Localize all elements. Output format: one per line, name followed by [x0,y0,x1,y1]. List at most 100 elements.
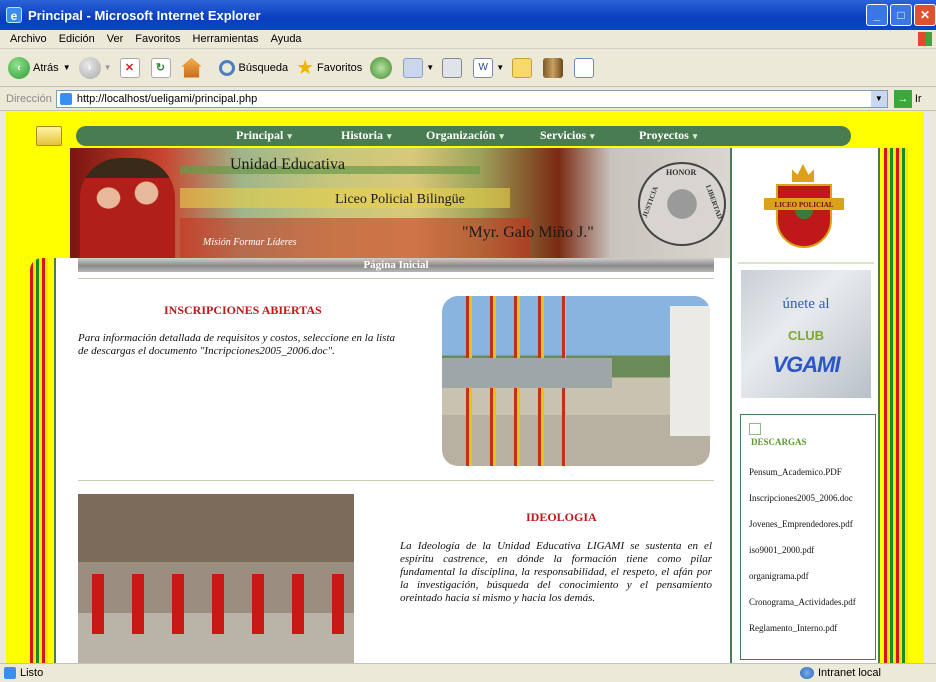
club-line2: CLUB [787,328,825,343]
back-arrow-icon: ‹ [8,56,30,79]
menu-edicion[interactable]: Edición [59,33,95,45]
address-url: http://localhost/ueligami/principal.php [76,92,258,105]
chevron-down-icon: ▾ [387,131,392,141]
download-link[interactable]: iso9001_2000.pdf [749,545,814,555]
windows-flag-icon [918,32,932,46]
cadet-figures [80,158,175,258]
address-input[interactable]: http://localhost/ueligami/principal.php … [55,89,888,108]
banner-line3: "Myr. Galo Miño J." [462,224,594,241]
chevron-down-icon: ▼ [62,63,71,72]
refresh-icon: ↻ [150,57,171,78]
left-stripe [30,258,48,663]
favorites-button[interactable]: ★ Favoritos [296,55,362,80]
ie-logo-icon: e [6,7,22,23]
download-link[interactable]: Reglamento_Interno.pdf [749,623,837,633]
page-header-bar: Página Inicial [78,258,714,272]
menu-ver[interactable]: Ver [107,33,124,45]
seal-left-text: JUSTICIA [640,185,660,219]
history-button[interactable] [370,56,395,79]
status-zone: Intranet local [818,667,881,679]
banner-line1: Unidad Educativa [230,156,346,173]
club-banner[interactable]: únete al CLUB VGAMI [741,270,871,398]
research-button[interactable] [543,57,566,78]
chevron-down-icon: ▼ [103,63,112,72]
chevron-down-icon: ▾ [590,131,595,141]
toolbar: ‹ Atrás ▼ › ▼ ✕ ↻ Búsqueda ★ Favoritos ▼… [0,49,936,87]
inscripciones-text: Para información detallada de requisitos… [78,332,396,357]
minimize-button[interactable]: _ [866,4,888,26]
campus-photo [442,296,710,466]
page-header: Página Inicial [363,259,429,271]
menu-herramientas[interactable]: Herramientas [193,33,259,45]
parade-photo [78,494,354,663]
vertical-scrollbar[interactable] [924,112,930,663]
download-link[interactable]: Cronograma_Actividades.pdf [749,597,856,607]
stop-icon: ✕ [119,57,140,78]
refresh-button[interactable]: ↻ [150,57,174,78]
status-bar: Listo Intranet local [0,663,936,682]
folder-icon [512,57,533,78]
close-button[interactable]: ✕ [914,4,936,26]
banner-motto: Misión Formar Líderes [203,237,297,248]
download-link[interactable]: Pensum_Academico.PDF [749,467,842,477]
marching-cadets [78,574,354,634]
downloads-box: DESCARGAS Pensum_Academico.PDF Inscripcio… [740,414,876,660]
maximize-button[interactable]: □ [890,4,912,26]
home-icon [181,57,202,78]
page-icon [59,92,72,105]
downloads-title: DESCARGAS [751,437,807,447]
star-icon: ★ [296,57,315,79]
main-nav: Principal ▾ Historia ▾ Organización ▾ Servi… [76,126,851,146]
building-roof [442,358,612,388]
status-page-icon [4,667,16,679]
window-title-bar: e Principal - Microsoft Internet Explore… [0,0,936,30]
go-label[interactable]: Ir [915,93,922,105]
chevron-down-icon: ▼ [426,63,435,72]
back-button[interactable]: ‹ Atrás ▼ [8,56,71,79]
discuss-button[interactable] [512,57,535,78]
nav-historia[interactable]: Historia ▾ [341,128,392,143]
print-button[interactable] [442,57,465,78]
downloads-checkbox-icon [749,423,761,435]
chevron-down-icon: ▾ [499,131,504,141]
crest-crown-icon [792,164,814,182]
mail-icon [403,57,424,78]
inscripciones-title: INSCRIPCIONES ABIERTAS [164,303,322,317]
download-link[interactable]: Inscripciones2005_2006.doc [749,493,853,503]
main-content: Página Inicial INSCRIPCIONES ABIERTAS Pa… [54,258,730,663]
crest-ribbon: LICEO POLICIAL [764,198,844,210]
books-icon [543,57,564,78]
download-link[interactable]: Jovenes_Emprendedores.pdf [749,519,853,529]
search-icon [218,59,235,76]
stop-button[interactable]: ✕ [119,57,143,78]
chevron-down-icon: ▼ [496,63,505,72]
school-logo[interactable]: LICEO POLICIAL [764,164,844,254]
sidebar-divider [738,262,874,264]
menu-archivo[interactable]: Archivo [10,33,47,45]
search-button[interactable]: Búsqueda [218,59,288,76]
nav-organizacion[interactable]: Organización ▾ [426,128,504,143]
mail-button[interactable]: ▼ [403,57,435,78]
edit-button[interactable]: W ▼ [473,57,505,78]
address-dropdown-icon[interactable]: ▼ [870,90,887,107]
go-arrow-icon[interactable]: → [893,89,912,108]
status-text: Listo [20,667,44,679]
middle-divider [78,480,714,481]
seal-top-text: HONOR [666,168,697,177]
home-button[interactable] [181,57,205,78]
favorites-label: Favoritos [317,61,363,74]
nav-servicios[interactable]: Servicios ▾ [540,128,595,143]
nav-proyectos[interactable]: Proyectos ▾ [639,128,697,143]
nav-principal[interactable]: Principal ▾ [236,128,292,143]
forward-button[interactable]: › ▼ [78,56,112,79]
menu-ayuda[interactable]: Ayuda [271,33,302,45]
club-line1: únete al [782,296,830,312]
ideologia-title: IDEOLOGIA [526,510,597,524]
address-bar: Dirección http://localhost/ueligami/prin… [0,87,936,111]
download-link[interactable]: organigrama.pdf [749,571,809,581]
messenger-button[interactable] [574,57,597,78]
address-label: Dirección [6,92,52,105]
top-divider [78,278,714,279]
crest-shield [776,184,832,248]
menu-favoritos[interactable]: Favoritos [135,33,180,45]
